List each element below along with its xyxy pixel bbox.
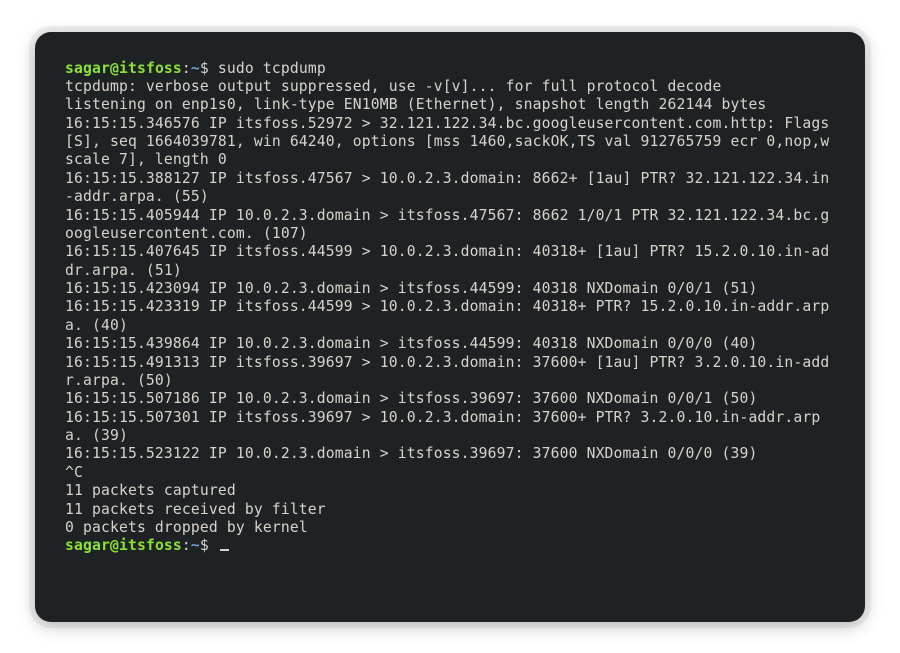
output-line: 16:15:15.346576 IP itsfoss.52972 > 32.12… xyxy=(65,115,838,169)
prompt-host: itsfoss xyxy=(119,60,182,77)
cursor-icon xyxy=(220,549,229,551)
prompt-dollar: $ xyxy=(200,537,218,554)
output-line: 11 packets received by filter xyxy=(65,501,326,518)
prompt-at: @ xyxy=(110,537,119,554)
prompt-line-1: sagar@itsfoss:~$ sudo tcpdump xyxy=(65,60,326,77)
output-line: tcpdump: verbose output suppressed, use … xyxy=(65,78,721,95)
command-text: sudo tcpdump xyxy=(218,60,326,77)
prompt-line-2: sagar@itsfoss:~$ xyxy=(65,537,229,554)
output-line: 16:15:15.507186 IP 10.0.2.3.domain > its… xyxy=(65,390,757,407)
output-line: 16:15:15.405944 IP 10.0.2.3.domain > its… xyxy=(65,207,829,242)
output-line: 16:15:15.423319 IP itsfoss.44599 > 10.0.… xyxy=(65,298,829,333)
output-line: 16:15:15.407645 IP itsfoss.44599 > 10.0.… xyxy=(65,243,829,278)
terminal-window: sagar@itsfoss:~$ sudo tcpdump tcpdump: v… xyxy=(35,32,865,622)
terminal-content[interactable]: sagar@itsfoss:~$ sudo tcpdump tcpdump: v… xyxy=(65,60,835,556)
prompt-dollar: $ xyxy=(200,60,218,77)
prompt-colon: : xyxy=(182,537,191,554)
output-line: 16:15:15.388127 IP itsfoss.47567 > 10.0.… xyxy=(65,170,829,205)
output-line: 11 packets captured xyxy=(65,482,236,499)
prompt-path: ~ xyxy=(191,537,200,554)
prompt-user: sagar xyxy=(65,60,110,77)
output-line: 16:15:15.507301 IP itsfoss.39697 > 10.0.… xyxy=(65,409,820,444)
output-line: 16:15:15.423094 IP 10.0.2.3.domain > its… xyxy=(65,280,757,297)
prompt-host: itsfoss xyxy=(119,537,182,554)
output-line: 0 packets dropped by kernel xyxy=(65,519,308,536)
output-line: listening on enp1s0, link-type EN10MB (E… xyxy=(65,96,766,113)
prompt-path: ~ xyxy=(191,60,200,77)
output-line: 16:15:15.523122 IP 10.0.2.3.domain > its… xyxy=(65,445,757,462)
output-line: ^C xyxy=(65,464,83,481)
prompt-colon: : xyxy=(182,60,191,77)
prompt-at: @ xyxy=(110,60,119,77)
prompt-user: sagar xyxy=(65,537,110,554)
output-line: 16:15:15.491313 IP itsfoss.39697 > 10.0.… xyxy=(65,354,829,389)
output-line: 16:15:15.439864 IP 10.0.2.3.domain > its… xyxy=(65,335,757,352)
